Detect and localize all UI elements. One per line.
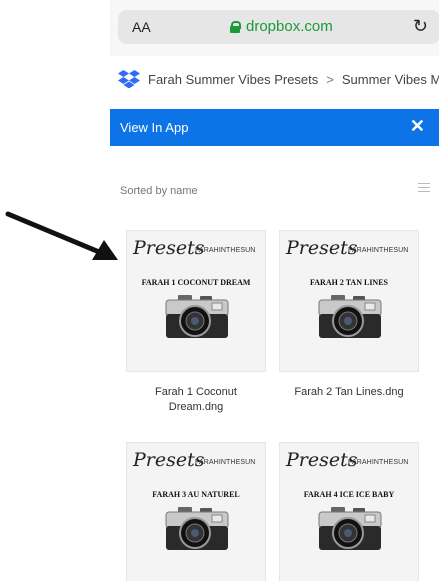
thumb-handle-text: FARAHINTHESUN [348, 459, 409, 466]
thumb-title: FARAH 2 TAN LINES [309, 278, 388, 287]
camera-icon [165, 507, 229, 550]
file-thumbnail[interactable]: Presets FARAHINTHESUN FARAH 3 AU NATUREL [126, 442, 266, 581]
reload-icon[interactable]: ↻ [413, 16, 428, 37]
address-bar[interactable]: AA dropbox.com ↻ [118, 10, 439, 44]
view-in-app-banner[interactable]: View In App ✕ [110, 109, 439, 146]
lock-icon [230, 20, 241, 33]
browser-toolbar: AA dropbox.com ↻ [110, 0, 439, 56]
thumb-script-text: Presets [133, 449, 205, 471]
breadcrumb: Farah Summer Vibes Presets > Summer Vibe… [118, 68, 439, 90]
camera-icon [318, 507, 382, 550]
file-name[interactable]: Farah 1 Coconut Dream.dng [121, 385, 271, 415]
camera-icon [318, 295, 382, 338]
thumb-script-text: Presets [286, 449, 358, 471]
thumb-title: FARAH 1 COCONUT DREAM [141, 278, 251, 287]
sort-label[interactable]: Sorted by name [120, 185, 198, 197]
url-display[interactable]: dropbox.com [230, 18, 333, 35]
text-size-button[interactable]: AA [132, 19, 151, 35]
thumb-title: FARAH 3 AU NATUREL [152, 490, 240, 499]
file-name[interactable]: Farah 2 Tan Lines.dng [274, 385, 424, 400]
file-thumbnail[interactable]: Presets FARAHINTHESUN FARAH 4 ICE ICE BA… [279, 442, 419, 581]
file-thumbnail[interactable]: Presets FARAHINTHESUN FARAH 1 COCONUT DR… [126, 230, 266, 372]
thumb-title: FARAH 4 ICE ICE BABY [303, 490, 395, 499]
file-thumbnail[interactable]: Presets FARAHINTHESUN FARAH 2 TAN LINES [279, 230, 419, 372]
thumb-handle-text: FARAHINTHESUN [195, 247, 256, 254]
close-icon[interactable]: ✕ [410, 116, 425, 137]
breadcrumb-item-parent[interactable]: Farah Summer Vibes Presets [148, 72, 318, 87]
view-in-app-label[interactable]: View In App [120, 120, 188, 135]
url-text: dropbox.com [246, 18, 333, 35]
breadcrumb-separator: > [326, 71, 334, 87]
thumb-handle-text: FARAHINTHESUN [195, 459, 256, 466]
arrow-annotation-icon [5, 211, 118, 260]
breadcrumb-item-current: Summer Vibes M [341, 71, 439, 87]
dropbox-logo-icon[interactable] [118, 70, 140, 88]
thumb-script-text: Presets [133, 237, 205, 259]
camera-icon [165, 295, 229, 338]
thumb-handle-text: FARAHINTHESUN [348, 247, 409, 254]
thumb-script-text: Presets [286, 237, 358, 259]
list-view-icon[interactable] [418, 183, 430, 193]
